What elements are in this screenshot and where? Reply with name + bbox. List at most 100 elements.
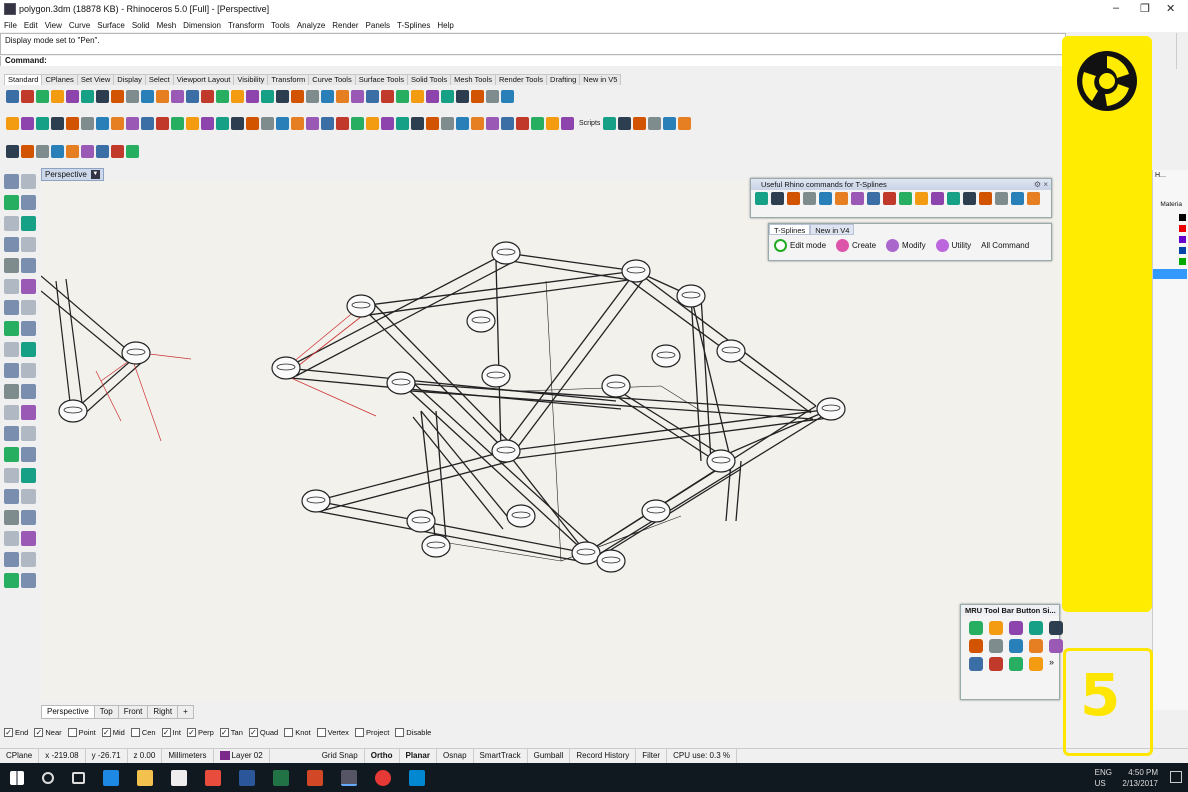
input-language[interactable]: ENG US xyxy=(1095,767,1112,789)
menu-solid[interactable]: Solid xyxy=(132,21,150,30)
menu-help[interactable]: Help xyxy=(437,21,453,30)
checkbox-icon[interactable] xyxy=(130,727,140,737)
toolbar-button-icon[interactable] xyxy=(276,117,289,130)
tab-transform[interactable]: Transform xyxy=(267,74,310,85)
useful-command-icon[interactable] xyxy=(899,192,912,205)
toolbar-button-icon[interactable] xyxy=(366,90,379,103)
toolbar-button-icon[interactable] xyxy=(201,117,214,130)
useful-command-icon[interactable] xyxy=(915,192,928,205)
checkbox-icon[interactable]: ✓ xyxy=(4,727,13,737)
viewport-title[interactable]: Perspective ▼ xyxy=(41,168,104,181)
toolbar-button-icon[interactable] xyxy=(396,117,409,130)
menu-panels[interactable]: Panels xyxy=(366,21,390,30)
left-tool-icon[interactable] xyxy=(21,552,36,567)
toolbar-button-icon[interactable] xyxy=(456,90,469,103)
toolbar-button-icon[interactable] xyxy=(81,90,94,103)
toolbar-button-icon[interactable] xyxy=(126,117,139,130)
left-tool-icon[interactable] xyxy=(21,279,36,294)
left-tool-icon[interactable] xyxy=(21,237,36,252)
notifications-icon[interactable] xyxy=(1170,771,1182,783)
left-tool-icon[interactable] xyxy=(4,195,19,210)
left-tool-icon[interactable] xyxy=(21,468,36,483)
layer-swatch[interactable] xyxy=(1179,225,1186,232)
toolbar-button-icon[interactable] xyxy=(291,90,304,103)
powerpoint-icon[interactable] xyxy=(307,769,323,786)
useful-command-icon[interactable] xyxy=(819,192,832,205)
toolbar-button-icon[interactable] xyxy=(81,117,94,130)
toolbar-button-icon[interactable] xyxy=(111,145,124,158)
left-tool-icon[interactable] xyxy=(21,405,36,420)
all-command-button[interactable]: All Command xyxy=(981,241,1029,250)
left-tool-icon[interactable] xyxy=(4,216,19,231)
tab-right[interactable]: Right xyxy=(147,705,179,719)
toolbar-button-icon[interactable] xyxy=(171,117,184,130)
menu-tools[interactable]: Tools xyxy=(271,21,290,30)
menu-view[interactable]: View xyxy=(45,21,62,30)
left-tool-icon[interactable] xyxy=(21,174,36,189)
toolbar-button-icon[interactable] xyxy=(246,90,259,103)
mru-tool-icon[interactable] xyxy=(989,621,1003,635)
status-grid-snap[interactable]: Grid Snap xyxy=(316,748,365,763)
toolbar-button-icon[interactable] xyxy=(471,90,484,103)
useful-commands-header[interactable]: Useful Rhino commands for T-Splines ⚙ × xyxy=(751,179,1051,190)
mru-tool-icon[interactable] xyxy=(1029,621,1043,635)
toolbar-button-icon[interactable] xyxy=(21,117,34,130)
tab-new-in-v5[interactable]: New in V5 xyxy=(579,74,622,85)
toolbar-button-icon[interactable] xyxy=(516,117,529,130)
checkbox-icon[interactable]: ✓ xyxy=(219,727,229,737)
tab-surface-tools[interactable]: Surface Tools xyxy=(354,74,409,85)
toolbar-button-icon[interactable] xyxy=(306,117,319,130)
useful-command-icon[interactable] xyxy=(979,192,992,205)
toolbar-button-icon[interactable] xyxy=(321,117,334,130)
osnap-quad[interactable]: ✓ Quad xyxy=(248,727,278,737)
left-tool-icon[interactable] xyxy=(4,321,19,336)
modify-button[interactable]: Modify xyxy=(886,239,926,252)
toolbar-button-icon[interactable] xyxy=(66,145,79,158)
start-windows-icon[interactable] xyxy=(10,770,24,785)
file-explorer-icon[interactable] xyxy=(137,769,153,786)
status-gumball[interactable]: Gumball xyxy=(528,748,571,763)
tab-tsplines[interactable]: T-Splines xyxy=(769,224,811,235)
status-planar[interactable]: Planar xyxy=(400,748,437,763)
tab-render-tools[interactable]: Render Tools xyxy=(494,74,548,85)
right-panel-header[interactable]: H... xyxy=(1153,170,1188,181)
tab-cplanes[interactable]: CPlanes xyxy=(41,74,78,85)
toolbar-button-icon[interactable] xyxy=(531,117,544,130)
checkbox-icon[interactable] xyxy=(67,727,77,737)
left-tool-icon[interactable] xyxy=(21,447,36,462)
panel-gear-icon[interactable]: ⚙ × xyxy=(1034,179,1048,190)
menu-transform[interactable]: Transform xyxy=(228,21,264,30)
left-tool-icon[interactable] xyxy=(21,531,36,546)
osnap-int[interactable]: ✓ Int xyxy=(161,727,181,737)
layer-swatch[interactable] xyxy=(1179,236,1186,243)
gift-app-icon[interactable] xyxy=(205,769,221,786)
left-tool-icon[interactable] xyxy=(4,552,19,567)
restore-button[interactable]: ❐ xyxy=(1140,2,1150,15)
toolbar-button-icon[interactable] xyxy=(561,117,574,130)
media-app-icon[interactable] xyxy=(409,769,425,786)
menu-mesh[interactable]: Mesh xyxy=(157,21,177,30)
toolbar-button-icon[interactable] xyxy=(66,90,79,103)
toolbar-button-icon[interactable] xyxy=(51,117,64,130)
tab-viewport-layout[interactable]: Viewport Layout xyxy=(172,74,235,85)
tab-front[interactable]: Front xyxy=(117,705,149,719)
status-cplane[interactable]: CPlane xyxy=(0,748,40,763)
menu-analyze[interactable]: Analyze xyxy=(297,21,325,30)
useful-command-icon[interactable] xyxy=(1027,192,1040,205)
useful-command-icon[interactable] xyxy=(771,192,784,205)
toolbar-button-icon[interactable] xyxy=(141,117,154,130)
layer-swatch[interactable] xyxy=(1179,258,1186,265)
useful-command-icon[interactable] xyxy=(851,192,864,205)
mru-toolbar-title[interactable]: MRU Tool Bar Button Si... xyxy=(961,605,1059,616)
mru-tool-icon[interactable] xyxy=(1009,639,1023,653)
store-icon[interactable] xyxy=(171,769,187,786)
toolbar-button-icon[interactable] xyxy=(231,117,244,130)
left-tool-icon[interactable] xyxy=(4,258,19,273)
minimize-button[interactable]: – xyxy=(1113,2,1119,14)
useful-command-icon[interactable] xyxy=(755,192,768,205)
toolbar-button-icon[interactable] xyxy=(36,90,49,103)
mru-tool-icon[interactable] xyxy=(1029,639,1043,653)
left-tool-icon[interactable] xyxy=(4,279,19,294)
menu-render[interactable]: Render xyxy=(332,21,358,30)
create-button[interactable]: Create xyxy=(836,239,876,252)
